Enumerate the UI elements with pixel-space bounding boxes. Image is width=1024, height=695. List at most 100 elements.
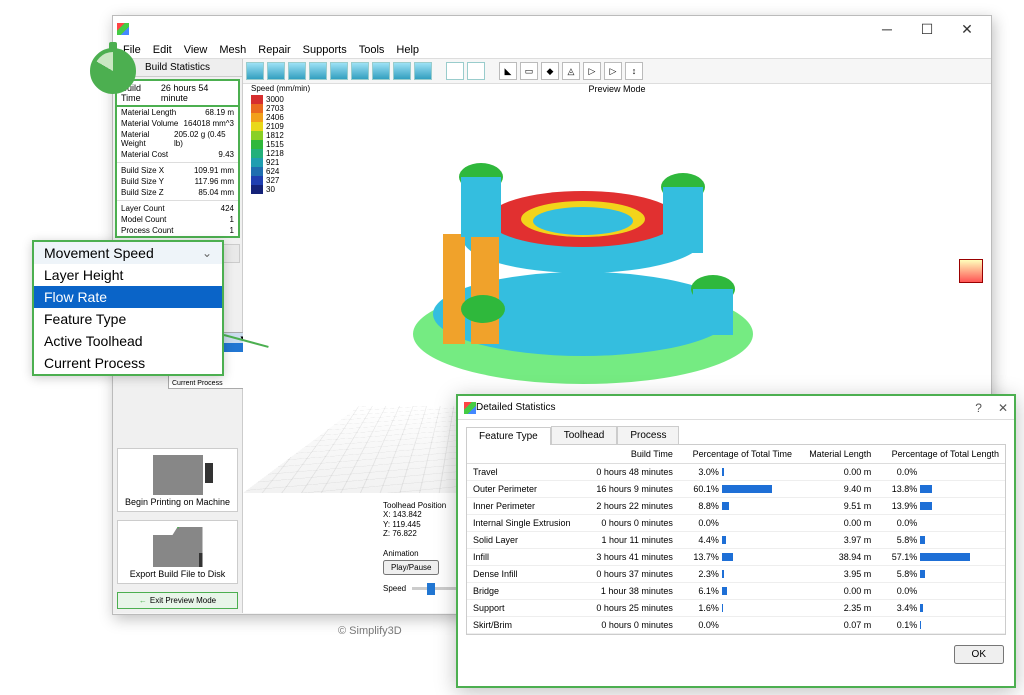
- dd-zoom-item[interactable]: Flow Rate: [34, 286, 222, 308]
- animation-controls: Animation Play/Pause: [383, 549, 439, 575]
- speed-label: Speed: [383, 584, 406, 593]
- view-mode-button[interactable]: [446, 62, 464, 80]
- stat-row: Layer Count424: [117, 203, 238, 214]
- legend-row: 2406: [251, 113, 310, 122]
- legend-row: 1218: [251, 149, 310, 158]
- view-cube-button[interactable]: [309, 62, 327, 80]
- tab-feature-type[interactable]: Feature Type: [466, 427, 551, 445]
- view-cube-button[interactable]: [267, 62, 285, 80]
- detail-titlebar: Detailed Statistics ? ✕: [458, 396, 1014, 420]
- table-row: Travel0 hours 48 minutes3.0%0.00 m0.0%: [467, 464, 1005, 481]
- close-button[interactable]: ✕: [947, 21, 987, 38]
- toolhead-y: Y: 119.445: [383, 520, 446, 530]
- table-row: Skirt/Brim0 hours 0 minutes0.0%0.07 m0.1…: [467, 617, 1005, 634]
- sd-icon: SD: [199, 553, 217, 567]
- detailed-statistics-window: Detailed Statistics ? ✕ Feature Type Too…: [456, 394, 1016, 688]
- detail-tabs: Feature Type Toolhead Process: [458, 420, 1014, 444]
- tool-button[interactable]: ↕: [625, 62, 643, 80]
- view-cube-button[interactable]: [393, 62, 411, 80]
- speed-legend: Speed (mm/min) 3000270324062109181215151…: [251, 84, 310, 194]
- stat-row: Model Count1: [117, 214, 238, 225]
- menu-supports[interactable]: Supports: [303, 44, 347, 56]
- stat-row: Build Size X109.91 mm: [117, 165, 238, 176]
- table-row: Dense Infill0 hours 37 minutes2.3%3.95 m…: [467, 566, 1005, 583]
- stat-row: Material Cost9.43: [117, 149, 238, 160]
- stat-row: Material Volume164018 mm^3: [117, 118, 238, 129]
- legend-row: 2703: [251, 104, 310, 113]
- dd-opt[interactable]: Current Process: [169, 379, 247, 388]
- export-build-button[interactable]: SD Export Build File to Disk: [117, 520, 238, 584]
- view-cube-button[interactable]: [246, 62, 264, 80]
- col-header: Percentage of Total Time: [679, 445, 798, 464]
- tab-toolhead[interactable]: Toolhead: [551, 426, 618, 444]
- tool-button[interactable]: ▷: [583, 62, 601, 80]
- preview-mode-label: Preview Mode: [588, 84, 645, 94]
- toolhead-title: Toolhead Position: [383, 501, 446, 511]
- dd-zoom-item[interactable]: Current Process: [34, 352, 222, 374]
- model-preview: [353, 99, 773, 419]
- legend-row: 1515: [251, 140, 310, 149]
- table-row: Outer Perimeter16 hours 9 minutes60.1%9.…: [467, 481, 1005, 498]
- dd-zoom-item[interactable]: Feature Type: [34, 308, 222, 330]
- detail-title-text: Detailed Statistics: [476, 402, 555, 413]
- tool-button[interactable]: ◣: [499, 62, 517, 80]
- menu-tools[interactable]: Tools: [359, 44, 385, 56]
- usb-icon: [205, 463, 213, 483]
- view-toolbar: ◣▭◆◬▷▷↕: [243, 59, 991, 84]
- tool-button[interactable]: ◬: [562, 62, 580, 80]
- maximize-button[interactable]: ☐: [907, 21, 947, 38]
- table-row: Infill3 hours 41 minutes13.7%38.94 m57.1…: [467, 549, 1005, 566]
- table-row: Internal Single Extrusion0 hours 0 minut…: [467, 515, 1005, 532]
- legend-row: 2109: [251, 122, 310, 131]
- legend-row: 1812: [251, 131, 310, 140]
- dd-zoom-item[interactable]: Layer Height: [34, 264, 222, 286]
- menu-edit[interactable]: Edit: [153, 44, 172, 56]
- col-header: Build Time: [584, 445, 679, 464]
- detail-table: Build TimePercentage of Total TimeMateri…: [466, 444, 1006, 635]
- legend-row: 30: [251, 185, 310, 194]
- animation-title: Animation: [383, 549, 439, 558]
- menu-help[interactable]: Help: [396, 44, 419, 56]
- begin-printing-button[interactable]: Begin Printing on Machine: [117, 448, 238, 512]
- minimize-button[interactable]: ─: [867, 21, 907, 38]
- copyright: © Simplify3D: [338, 625, 402, 637]
- view-mode-button[interactable]: [467, 62, 485, 80]
- stat-row: Material Length68.19 m: [117, 107, 238, 118]
- tool-button[interactable]: ◆: [541, 62, 559, 80]
- download-arrow-icon: [172, 519, 184, 529]
- view-cube-button[interactable]: [414, 62, 432, 80]
- tool-button[interactable]: ▷: [604, 62, 622, 80]
- legend-row: 3000: [251, 95, 310, 104]
- exit-preview-label: Exit Preview Mode: [150, 596, 216, 605]
- view-cube-button[interactable]: [351, 62, 369, 80]
- help-button[interactable]: ?: [975, 401, 982, 415]
- dd-zoom-item[interactable]: Active Toolhead: [34, 330, 222, 352]
- stopwatch-icon: [90, 48, 136, 94]
- menu-repair[interactable]: Repair: [258, 44, 290, 56]
- begin-printing-label: Begin Printing on Machine: [122, 497, 233, 507]
- view-cube-button[interactable]: [372, 62, 390, 80]
- tab-process[interactable]: Process: [617, 426, 679, 444]
- table-row: Support0 hours 25 minutes1.6%2.35 m3.4%: [467, 600, 1005, 617]
- view-cube-button[interactable]: [288, 62, 306, 80]
- col-header: Material Length: [798, 445, 877, 464]
- build-stats: Build Time 26 hours 54 minute Material L…: [115, 79, 240, 238]
- exit-preview-button[interactable]: Exit Preview Mode: [117, 592, 238, 609]
- stat-row: Material Weight205.02 g (0.45 lb): [117, 129, 238, 149]
- close-button[interactable]: ✕: [998, 401, 1008, 415]
- menu-mesh[interactable]: Mesh: [219, 44, 246, 56]
- table-row: Solid Layer1 hour 11 minutes4.4%3.97 m5.…: [467, 532, 1005, 549]
- orientation-cube[interactable]: [959, 259, 983, 283]
- stat-row: Build Size Z85.04 mm: [117, 187, 238, 198]
- toolhead-z: Z: 76.822: [383, 529, 446, 539]
- tool-button[interactable]: ▭: [520, 62, 538, 80]
- ok-button[interactable]: OK: [954, 645, 1004, 664]
- col-header: Percentage of Total Length: [877, 445, 1005, 464]
- legend-row: 921: [251, 158, 310, 167]
- play-pause-button[interactable]: Play/Pause: [383, 560, 439, 575]
- export-build-label: Export Build File to Disk: [122, 569, 233, 579]
- dd-zoom-item[interactable]: Movement Speed⌄: [34, 242, 222, 264]
- menu-view[interactable]: View: [184, 44, 208, 56]
- speed-legend-title: Speed (mm/min): [251, 84, 310, 93]
- view-cube-button[interactable]: [330, 62, 348, 80]
